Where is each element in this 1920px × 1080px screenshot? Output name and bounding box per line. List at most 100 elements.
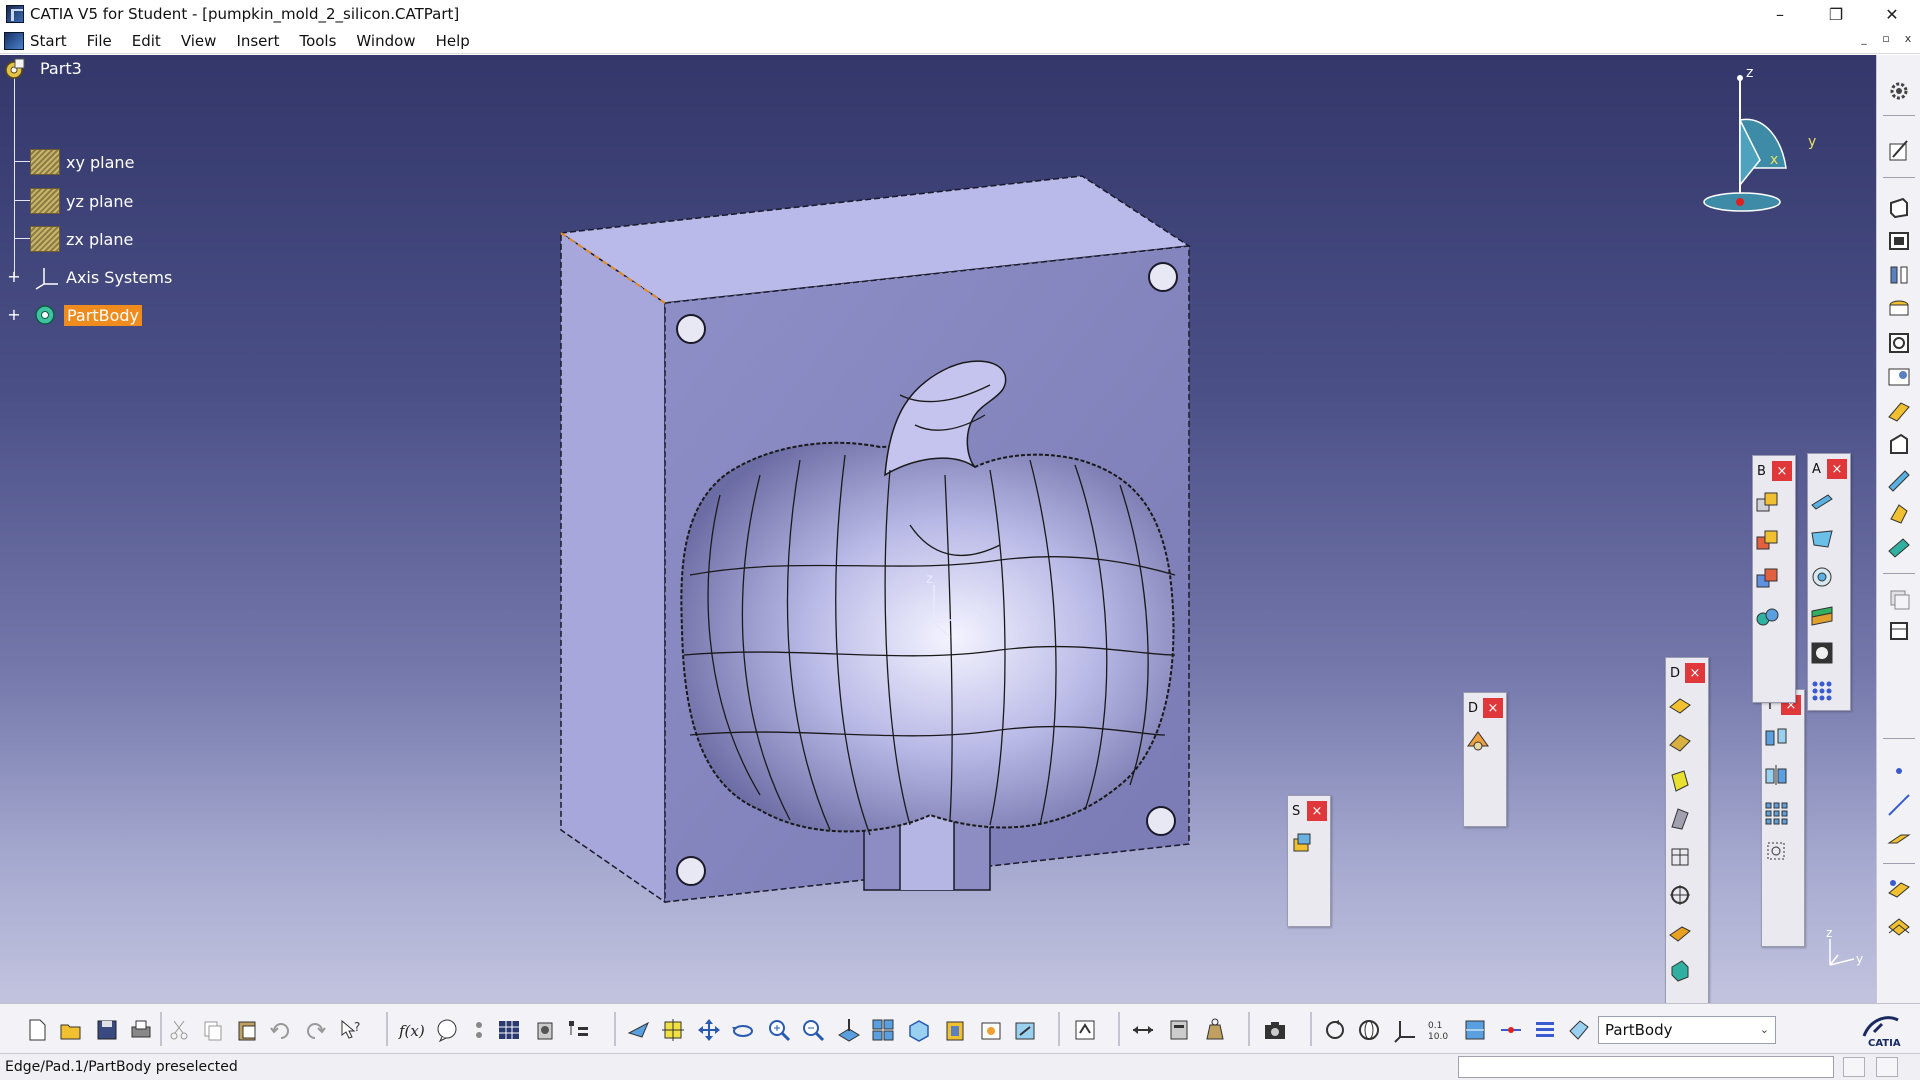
pocket-icon[interactable]: [1885, 227, 1913, 255]
remove-body-icon[interactable]: [1753, 565, 1781, 593]
capture-icon[interactable]: [1262, 1017, 1288, 1043]
gear-icon[interactable]: [1885, 77, 1913, 105]
mirror-icon[interactable]: [1762, 761, 1790, 789]
globe-icon[interactable]: [1356, 1017, 1382, 1043]
doc-minimize-button[interactable]: _: [1856, 30, 1872, 46]
thick-surface-icon[interactable]: [1808, 525, 1836, 553]
shaft-icon[interactable]: [1885, 261, 1913, 289]
hole-icon[interactable]: [1885, 329, 1913, 357]
menu-tools[interactable]: Tools: [289, 32, 346, 50]
menu-insert[interactable]: Insert: [226, 32, 289, 50]
thickness-icon[interactable]: [1666, 805, 1694, 833]
copy-icon[interactable]: [1885, 585, 1913, 613]
tree-expand-icon[interactable]: [566, 1017, 592, 1043]
stack-icon[interactable]: [1532, 1017, 1558, 1043]
close-surface-icon[interactable]: [1808, 563, 1836, 591]
menu-edit[interactable]: Edit: [122, 32, 171, 50]
sketch-based-icon[interactable]: [1288, 829, 1316, 857]
close-toolbar-button[interactable]: ×: [1685, 663, 1705, 683]
minimize-button[interactable]: –: [1752, 0, 1808, 28]
work-on-support-icon[interactable]: [1462, 1017, 1488, 1043]
rib-icon[interactable]: [1885, 363, 1913, 391]
close-toolbar-button[interactable]: ×: [1483, 698, 1503, 718]
menu-file[interactable]: File: [77, 32, 122, 50]
pattern-icon[interactable]: [1762, 799, 1790, 827]
axis-system-tool-icon[interactable]: [1392, 1017, 1418, 1043]
floating-toolbar-b[interactable]: B ×: [1752, 455, 1796, 703]
stop-command-button[interactable]: [1876, 1057, 1898, 1077]
part-root-icon[interactable]: [2, 57, 26, 81]
floating-toolbar-d1[interactable]: D ×: [1463, 692, 1507, 827]
remove-face-icon[interactable]: [1666, 919, 1694, 947]
menu-start[interactable]: Start: [24, 32, 77, 50]
close-toolbar-button[interactable]: ×: [1307, 801, 1327, 821]
constraint-icon[interactable]: [466, 1017, 492, 1043]
slot-icon[interactable]: [1885, 397, 1913, 425]
stiffener-icon[interactable]: [1885, 431, 1913, 459]
close-toolbar-button[interactable]: ×: [1772, 461, 1792, 481]
current-body-select[interactable]: PartBody ⌄: [1598, 1016, 1776, 1044]
new-file-icon[interactable]: [24, 1017, 50, 1043]
start-icon[interactable]: [4, 31, 24, 50]
add-body-icon[interactable]: [1753, 527, 1781, 555]
split-icon[interactable]: [1808, 487, 1836, 515]
doc-close-button[interactable]: x: [1900, 30, 1916, 46]
plane-tool-icon[interactable]: [1885, 825, 1913, 853]
save-icon[interactable]: [94, 1017, 120, 1043]
expand-icon[interactable]: +: [7, 307, 21, 323]
command-input[interactable]: [1458, 1056, 1834, 1078]
boolean-icon[interactable]: [1808, 639, 1836, 667]
tree-root-label[interactable]: Part3: [40, 59, 82, 78]
point-icon[interactable]: [1885, 757, 1913, 785]
normal-view-icon[interactable]: [836, 1017, 862, 1043]
zoom-out-icon[interactable]: [800, 1017, 826, 1043]
grid-units-icon[interactable]: 0.110.0: [1426, 1017, 1452, 1043]
target-icon[interactable]: [1666, 881, 1694, 909]
iso-view-icon[interactable]: [906, 1017, 932, 1043]
snap-icon[interactable]: [1498, 1017, 1524, 1043]
floating-toolbar-s[interactable]: S ×: [1287, 795, 1331, 927]
floating-toolbar-a[interactable]: A ×: [1807, 453, 1851, 711]
measure-icon[interactable]: [1885, 875, 1913, 903]
thread-icon[interactable]: [1666, 843, 1694, 871]
fly-mode-icon[interactable]: [626, 1017, 652, 1043]
chamfer-icon[interactable]: [1666, 729, 1694, 757]
line-icon[interactable]: [1885, 791, 1913, 819]
shell-icon[interactable]: [1666, 767, 1694, 795]
pan-icon[interactable]: [696, 1017, 722, 1043]
catalog-icon[interactable]: [532, 1017, 558, 1043]
formula-icon[interactable]: f(x): [398, 1017, 424, 1043]
measure-between-icon[interactable]: [1130, 1017, 1156, 1043]
shading-icon[interactable]: [942, 1017, 968, 1043]
hide-show-icon[interactable]: [978, 1017, 1004, 1043]
pad-icon[interactable]: [1885, 193, 1913, 221]
menu-window[interactable]: Window: [346, 32, 425, 50]
whats-this-icon[interactable]: ?: [338, 1017, 364, 1043]
mass-icon[interactable]: [1202, 1017, 1228, 1043]
close-button[interactable]: ✕: [1864, 0, 1920, 28]
measure-item-icon[interactable]: [1166, 1017, 1192, 1043]
open-folder-icon[interactable]: [58, 1017, 84, 1043]
redo-icon[interactable]: [302, 1017, 328, 1043]
cut-icon[interactable]: [166, 1017, 192, 1043]
menu-help[interactable]: Help: [426, 32, 480, 50]
menu-view[interactable]: View: [171, 32, 227, 50]
print-icon[interactable]: [128, 1017, 154, 1043]
paste-icon[interactable]: [234, 1017, 260, 1043]
knowledge-icon[interactable]: [434, 1017, 460, 1043]
rotate-icon[interactable]: [730, 1017, 756, 1043]
groove-icon[interactable]: [1885, 295, 1913, 323]
mold-model[interactable]: z y: [0, 55, 1876, 1003]
table-icon[interactable]: [496, 1017, 522, 1043]
draft-icon[interactable]: [1464, 726, 1492, 754]
copy-clipboard-icon[interactable]: [200, 1017, 226, 1043]
union-trim-icon[interactable]: [1753, 603, 1781, 631]
compass[interactable]: z y x: [1690, 60, 1830, 220]
power-input-button[interactable]: [1843, 1057, 1865, 1077]
scaling-icon[interactable]: [1762, 837, 1790, 865]
update-icon[interactable]: [1072, 1017, 1098, 1043]
fit-all-icon[interactable]: [660, 1017, 686, 1043]
floating-toolbar-d2[interactable]: D ×: [1665, 657, 1709, 1003]
replace-face-icon[interactable]: [1666, 957, 1694, 985]
thick-surface-rb-icon[interactable]: [1885, 533, 1913, 561]
